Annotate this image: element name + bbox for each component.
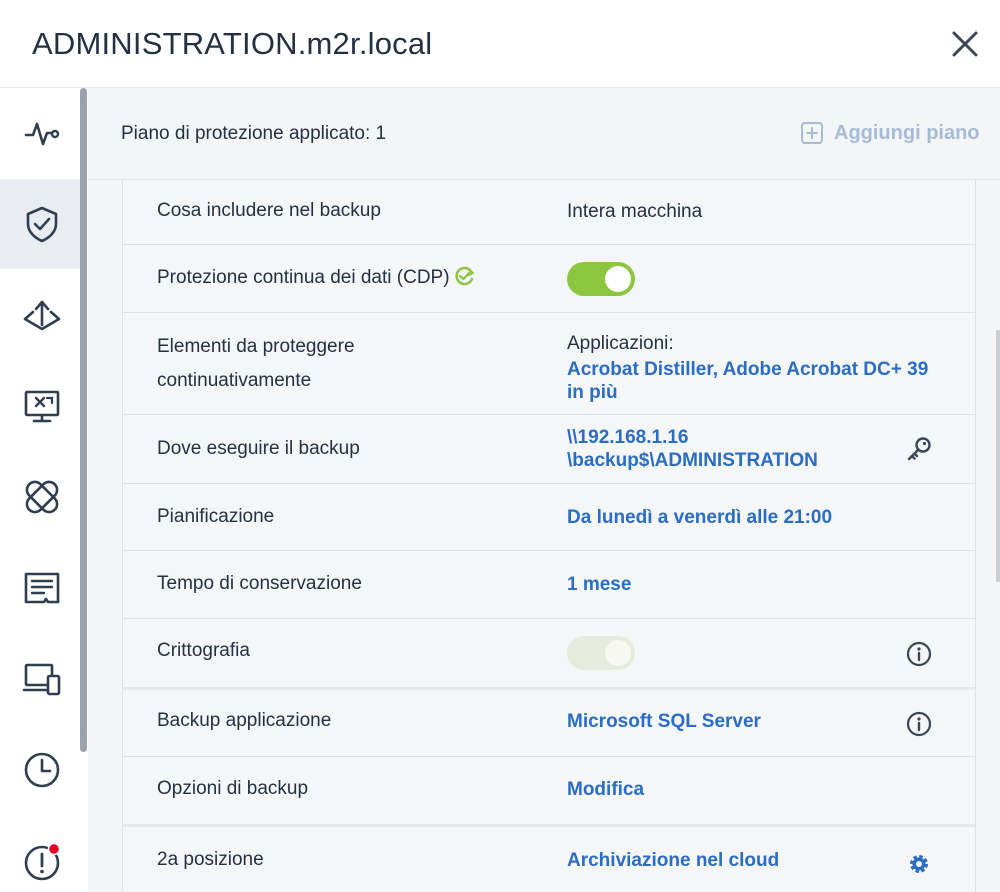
row-label: Cosa includere nel backup — [157, 200, 381, 221]
sidebar — [0, 88, 88, 892]
history-icon — [24, 752, 60, 788]
patch-icon — [25, 480, 59, 514]
row-schedule: Pianificazione Da lunedì a venerdì alle … — [123, 484, 975, 551]
row-application-backup: Backup applicazione Microsoft SQL Server — [123, 690, 975, 757]
row-label-line-1: Elementi da proteggere — [157, 336, 355, 357]
sidebar-item-remote-desktop[interactable] — [0, 361, 84, 451]
sidebar-item-history[interactable] — [0, 725, 84, 815]
sidebar-item-recovery[interactable] — [0, 270, 84, 360]
sidebar-item-reports[interactable] — [0, 543, 84, 633]
second-location-link[interactable]: Archiviazione nel cloud — [567, 849, 779, 872]
backup-options-link[interactable]: Modifica — [567, 778, 644, 801]
sidebar-item-overview[interactable] — [0, 88, 84, 178]
row-label-line-2: continuativamente — [157, 370, 312, 391]
backup-location-line-2[interactable]: \backup$\ADMINISTRATION — [567, 449, 818, 472]
gear-icon — [910, 855, 928, 873]
applications-heading: Applicazioni: — [567, 333, 674, 354]
sidebar-scrollbar[interactable] — [80, 88, 87, 752]
encryption-toggle[interactable] — [567, 636, 635, 670]
toggle-knob — [605, 640, 631, 666]
credentials-button[interactable] — [905, 435, 933, 463]
close-icon — [952, 31, 978, 57]
plan-header: Piano di protezione applicato: 1 Aggiung… — [88, 88, 1000, 180]
applications-link-line-2[interactable]: in più — [567, 381, 618, 404]
sidebar-item-alerts[interactable] — [0, 816, 84, 892]
sidebar-item-protection[interactable] — [0, 179, 84, 269]
protection-plan-details: Cosa includere nel backup Intera macchin… — [122, 180, 976, 892]
row-retention: Tempo di conservazione 1 mese — [123, 551, 975, 619]
toggle-knob — [605, 266, 631, 292]
row-backup-location: Dove eseguire il backup \\192.168.1.16 \… — [123, 415, 975, 484]
info-icon — [906, 711, 932, 737]
encryption-info-button[interactable] — [905, 640, 933, 668]
row-label: Crittografia — [157, 640, 250, 661]
activity-icon — [24, 122, 60, 146]
row-label: Pianificazione — [157, 506, 275, 527]
second-location-settings-button[interactable] — [905, 850, 933, 878]
recovery-icon — [23, 300, 61, 331]
devices-icon — [22, 663, 61, 696]
row-second-location: 2a posizione Archiviazione nel cloud — [123, 827, 975, 892]
row-label: Dove eseguire il backup — [157, 438, 360, 459]
row-what-to-backup: Cosa includere nel backup Intera macchin… — [123, 180, 975, 245]
applications-link-line-1[interactable]: Acrobat Distiller, Adobe Acrobat DC+ 39 — [567, 358, 928, 381]
cdp-label: Protezione continua dei dati (CDP) — [157, 267, 450, 288]
window-header: ADMINISTRATION.m2r.local — [0, 0, 1000, 88]
application-backup-info-button[interactable] — [905, 710, 933, 738]
cdp-toggle[interactable] — [567, 262, 635, 296]
remote-desktop-icon — [24, 390, 60, 423]
row-label: 2a posizione — [157, 849, 264, 870]
row-cdp: Protezione continua dei dati (CDP) — [123, 245, 975, 313]
sidebar-item-devices[interactable] — [0, 634, 84, 724]
row-label: Protezione continua dei dati (CDP) — [157, 261, 476, 295]
row-continuous-items: Elementi da proteggere continuativamente… — [123, 313, 975, 415]
close-button[interactable] — [945, 24, 985, 64]
row-label: Opzioni di backup — [157, 778, 309, 799]
cdp-sync-icon — [455, 266, 474, 286]
application-backup-link[interactable]: Microsoft SQL Server — [567, 710, 761, 733]
add-plan-button[interactable]: Aggiungi piano — [800, 121, 980, 145]
content-scrollbar[interactable] — [996, 330, 1000, 582]
plus-square-icon — [801, 122, 823, 144]
main-content: Piano di protezione applicato: 1 Aggiung… — [88, 88, 1000, 892]
backup-location-line-1[interactable]: \\192.168.1.16 — [567, 426, 689, 449]
row-label: Tempo di conservazione — [157, 573, 362, 594]
info-icon — [906, 641, 932, 667]
row-label: Backup applicazione — [157, 710, 332, 731]
retention-link[interactable]: 1 mese — [567, 573, 631, 596]
window-title: ADMINISTRATION.m2r.local — [32, 26, 433, 61]
shield-check-icon — [26, 206, 58, 243]
key-icon — [907, 437, 931, 461]
row-encryption: Crittografia — [123, 619, 975, 690]
applied-plan-count: Piano di protezione applicato: 1 — [121, 123, 387, 144]
row-backup-options: Opzioni di backup Modifica — [123, 757, 975, 827]
report-icon — [24, 572, 60, 604]
schedule-link[interactable]: Da lunedì a venerdì alle 21:00 — [567, 506, 832, 529]
backup-source-value: Intera macchina — [567, 201, 703, 222]
sidebar-item-patches[interactable] — [0, 452, 84, 542]
alert-icon — [24, 842, 61, 881]
add-plan-label: Aggiungi piano — [834, 121, 980, 144]
